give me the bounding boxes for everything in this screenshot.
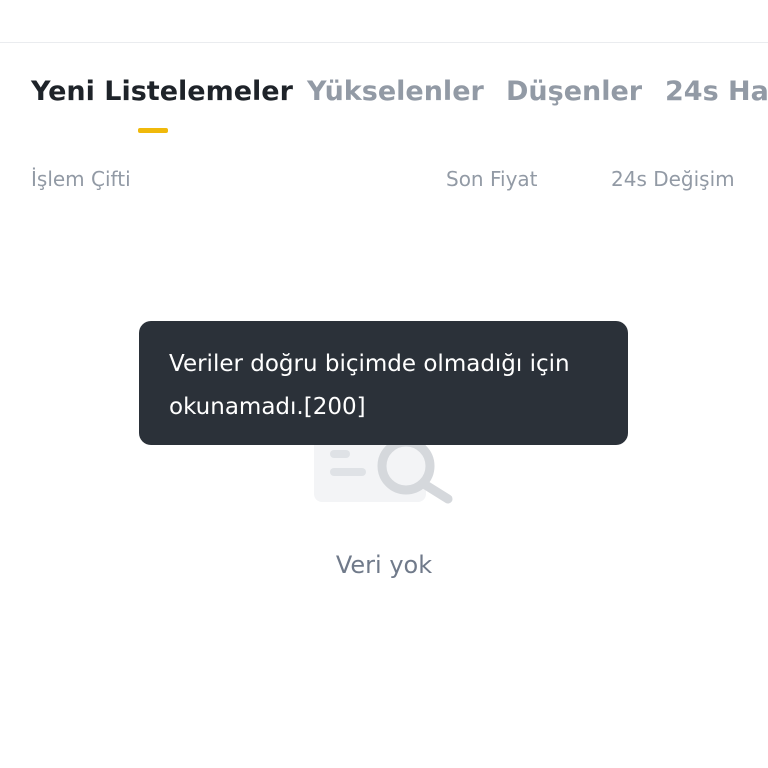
tab-gainers[interactable]: Yükselenler <box>307 72 484 112</box>
column-header-last-price[interactable]: Son Fiyat <box>446 166 538 192</box>
empty-state-text: Veri yok <box>335 551 433 579</box>
error-toast: Veriler doğru biçimde olmadığı için okun… <box>139 321 628 445</box>
active-tab-indicator <box>138 128 168 133</box>
top-divider <box>0 42 768 43</box>
market-screen: Yeni Listelemeler Yükselenler Düşenler 2… <box>0 0 768 768</box>
tab-new-listings[interactable]: Yeni Listelemeler <box>31 72 293 112</box>
toast-message: Veriler doğru biçimde olmadığı için okun… <box>169 351 570 420</box>
column-header-pair[interactable]: İşlem Çifti <box>31 166 131 192</box>
column-header-24h-change[interactable]: 24s Değişim <box>611 166 735 192</box>
tab-losers[interactable]: Düşenler <box>506 72 642 112</box>
tab-24h-volume[interactable]: 24s Hac <box>665 72 768 112</box>
